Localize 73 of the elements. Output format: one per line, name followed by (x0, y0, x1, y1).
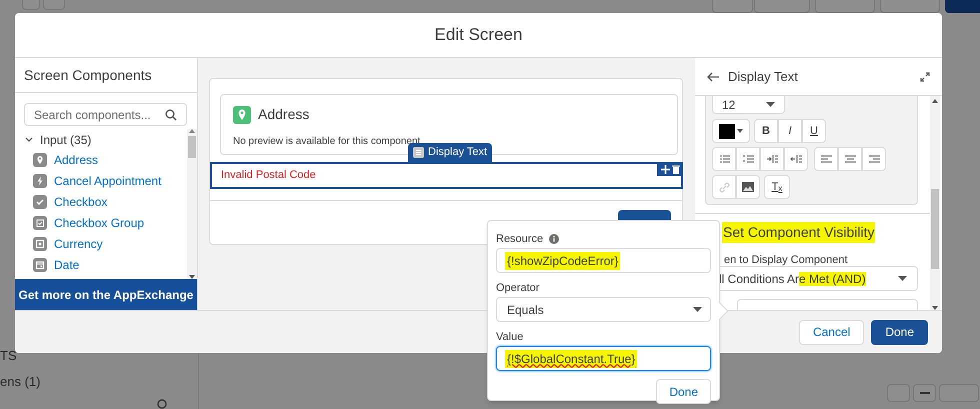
scroll-thumb[interactable] (931, 189, 939, 269)
scroll-up-icon[interactable] (932, 99, 938, 103)
modal-title: Edit Screen (434, 24, 522, 46)
scrollbar[interactable] (187, 129, 197, 279)
field-label: Value (496, 330, 524, 345)
info-icon (549, 234, 560, 244)
sidebar-text: TS (0, 348, 18, 364)
group-header[interactable]: Input (35) (25, 131, 187, 149)
format-button[interactable]: B (754, 119, 778, 143)
component-item[interactable]: Cancel Appointment (25, 170, 187, 191)
input-field[interactable]: {!showZipCodeError} (496, 248, 711, 273)
error-text: Invalid Postal Code (221, 168, 316, 184)
component-item[interactable]: Checkbox (25, 191, 187, 212)
caret-icon (766, 102, 775, 107)
expand-icon[interactable] (920, 72, 930, 82)
section-title: Set Component Visibility (722, 222, 876, 243)
align-center-icon (844, 153, 856, 165)
search-icon (165, 108, 177, 120)
component-item[interactable]: Date (25, 254, 187, 275)
component-item[interactable]: Checkbox Group (25, 212, 187, 233)
clear-format-button[interactable]: T$_{x}$ (764, 175, 790, 199)
scrollbar[interactable] (930, 96, 940, 310)
caret-icon (737, 129, 743, 133)
numbered-list-icon (742, 153, 754, 165)
search-field[interactable]: Search components... (24, 103, 187, 126)
location-pin-icon (233, 106, 251, 124)
search-icon (157, 399, 169, 409)
select-field[interactable]: Equals (496, 297, 711, 322)
component-item[interactable]: Address (25, 149, 187, 170)
caret-icon (898, 276, 907, 281)
zoom-out-button[interactable] (913, 384, 936, 402)
done-button[interactable]: Done (656, 379, 711, 404)
color-picker-button[interactable] (712, 119, 750, 143)
component-icon (33, 216, 47, 230)
component-icon (33, 236, 47, 250)
image-button[interactable] (736, 175, 760, 199)
text-block-icon (413, 147, 424, 158)
component-icon (33, 194, 47, 208)
field-label: en to Display Component (724, 253, 848, 268)
scroll-thumb[interactable] (188, 136, 196, 158)
font-size-select[interactable]: 12 (712, 96, 785, 114)
component-icon (33, 174, 47, 188)
align-right-icon (868, 153, 880, 165)
move-icon (660, 164, 670, 174)
component-icon (33, 152, 47, 166)
appexchange-button[interactable]: Get more on the AppExchange (15, 279, 197, 310)
field-label: Operator (496, 280, 540, 296)
format-button[interactable]: I (778, 119, 802, 143)
sidebar-text: ens (1) (0, 374, 40, 390)
field-label: Resource (496, 232, 544, 247)
bulleted-list-icon (718, 153, 730, 165)
panel-title: Display Text (728, 68, 798, 86)
secondary-button[interactable]: Cancel (798, 320, 864, 344)
panel-title: Screen Components (24, 66, 152, 85)
component-item[interactable]: Currency (25, 233, 187, 254)
component-tab[interactable]: Display Text (408, 143, 492, 162)
component-icon (33, 258, 47, 272)
input-field[interactable]: {!$GlobalConstant.True} (496, 346, 711, 371)
primary-button[interactable]: Done (871, 320, 928, 344)
image-icon (742, 182, 754, 192)
trash-icon (672, 164, 680, 174)
caret-icon (693, 307, 702, 312)
indent-icon (766, 153, 778, 165)
component-title: Address (258, 105, 310, 124)
back-arrow-icon[interactable] (707, 72, 719, 82)
outdent-icon (790, 153, 802, 165)
link-icon (718, 182, 730, 192)
format-button[interactable]: U (802, 119, 826, 143)
selected-component[interactable]: Invalid Postal Code (210, 162, 683, 189)
color-swatch (719, 124, 735, 138)
component-actions[interactable] (657, 162, 683, 176)
align-left-icon (820, 153, 832, 165)
scroll-up-icon[interactable] (189, 129, 195, 133)
